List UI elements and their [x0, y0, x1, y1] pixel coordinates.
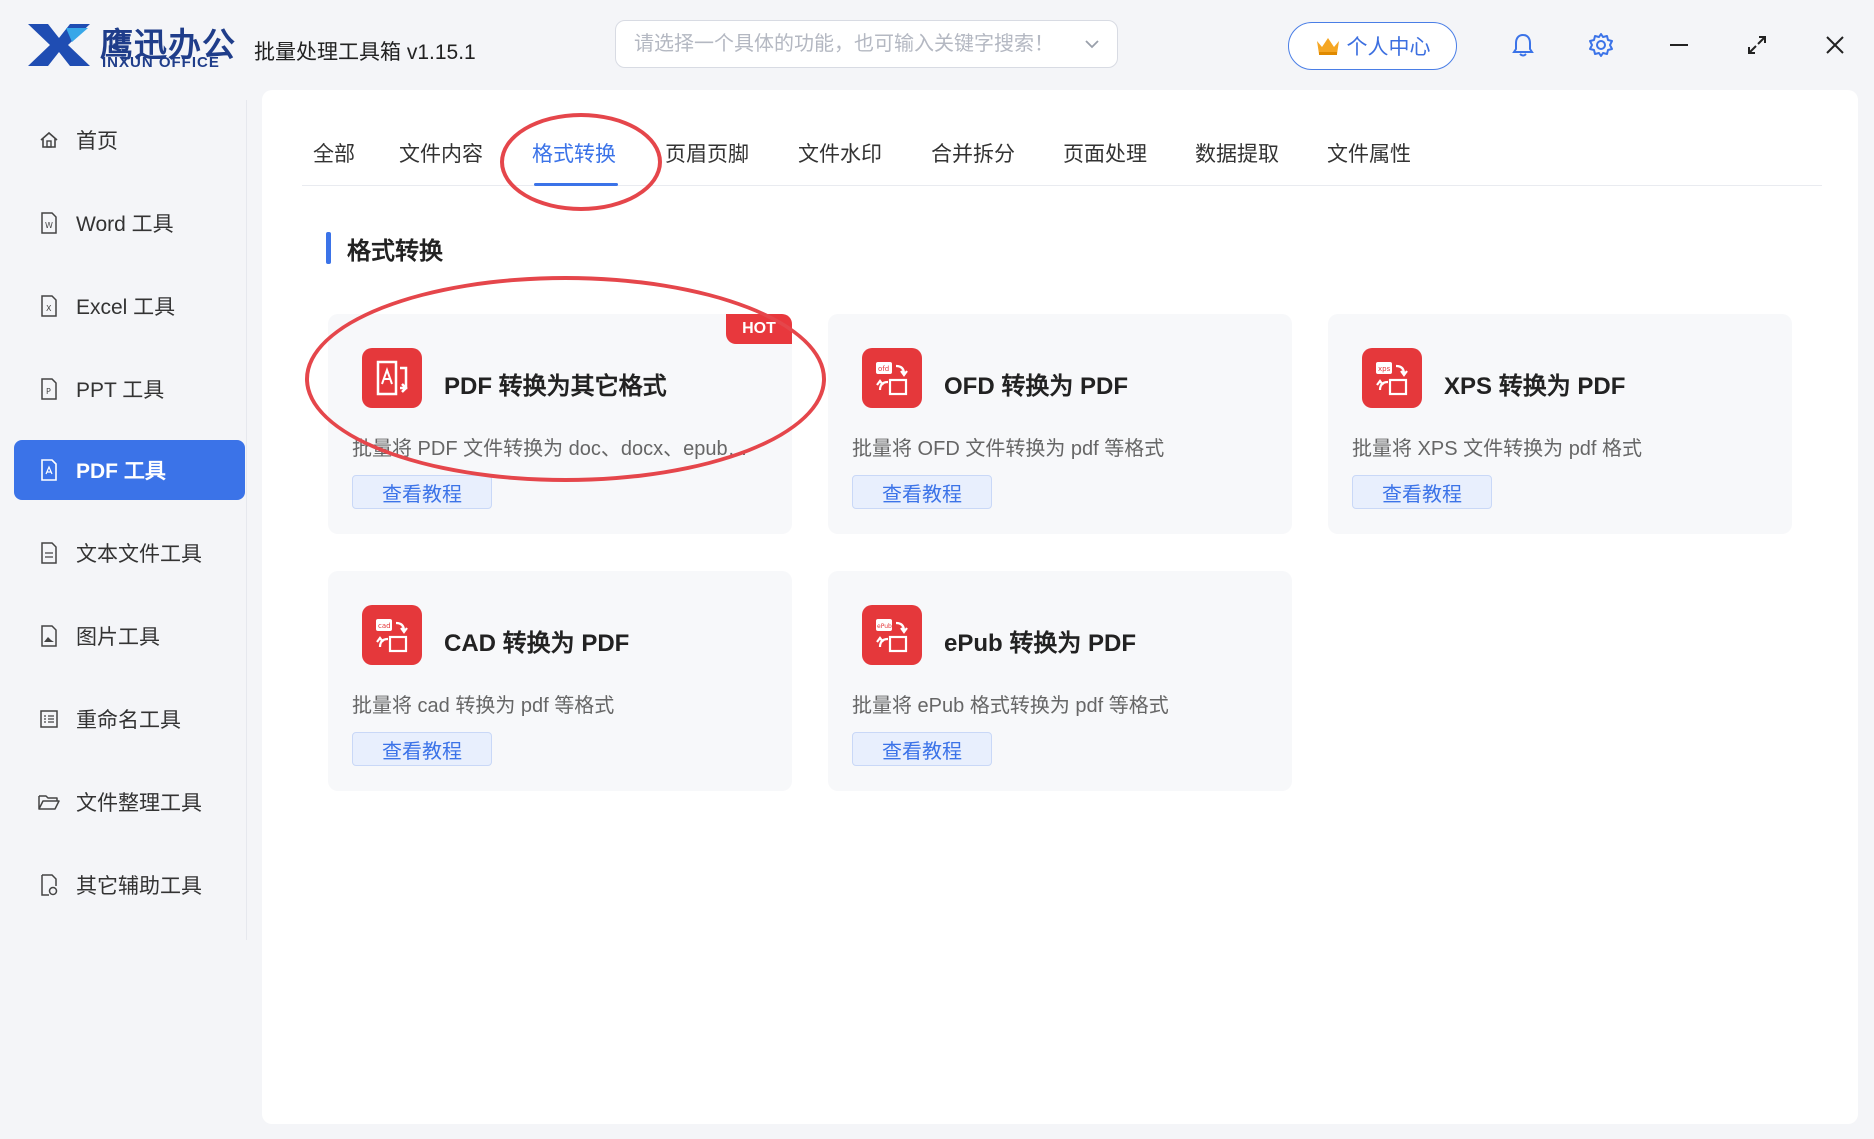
tab-format-convert[interactable]: 格式转换 [532, 138, 616, 168]
card-title: OFD 转换为 PDF [944, 373, 1128, 400]
sidebar-item-organize[interactable]: 文件整理工具 [14, 772, 245, 832]
image-file-icon [38, 625, 60, 647]
sidebar-item-home[interactable]: 首页 [14, 110, 245, 170]
xps-convert-icon: xps [1362, 348, 1422, 408]
ofd-convert-icon: ofd [862, 348, 922, 408]
tab-file-content[interactable]: 文件内容 [399, 138, 483, 168]
bell-icon[interactable] [1506, 28, 1540, 62]
tab-all[interactable]: 全部 [313, 138, 355, 168]
tab-watermark[interactable]: 文件水印 [798, 138, 882, 168]
chevron-down-icon[interactable] [1083, 35, 1101, 53]
sidebar-item-label: PDF 工具 [76, 460, 166, 483]
card-title: CAD 转换为 PDF [444, 630, 630, 657]
svg-text:P: P [46, 387, 51, 396]
sidebar-item-label: 文本文件工具 [76, 543, 202, 566]
section-title: 格式转换 [347, 237, 443, 265]
sidebar-item-excel[interactable]: X Excel 工具 [14, 276, 245, 336]
word-file-icon: W [38, 212, 60, 234]
tab-bar: 全部 文件内容 格式转换 页眉页脚 文件水印 合并拆分 页面处理 数据提取 文件… [302, 120, 1822, 186]
icon-tag: cad [378, 622, 391, 630]
card-title: ePub 转换为 PDF [944, 630, 1137, 657]
sidebar-divider [246, 100, 247, 940]
card-description: 批量将 XPS 文件转换为 pdf 格式 [1352, 438, 1643, 460]
main-panel: 全部 文件内容 格式转换 页眉页脚 文件水印 合并拆分 页面处理 数据提取 文件… [262, 90, 1858, 1124]
tab-header-footer[interactable]: 页眉页脚 [665, 138, 749, 168]
view-tutorial-button[interactable]: 查看教程 [352, 732, 492, 766]
rename-icon [38, 708, 60, 730]
svg-text:W: W [45, 221, 53, 230]
tool-card-xps-convert[interactable]: xps XPS 转换为 PDF 批量将 XPS 文件转换为 pdf 格式 查看教… [1328, 314, 1792, 534]
gear-icon[interactable] [1584, 28, 1618, 62]
tool-card-cad-convert[interactable]: cad CAD 转换为 PDF 批量将 cad 转换为 pdf 等格式 查看教程 [328, 571, 792, 791]
pdf-file-icon [38, 459, 60, 481]
title-bar: 鹰迅办公 INXUN OFFICE 批量处理工具箱 v1.15.1 个人中心 [0, 0, 1874, 90]
sidebar-item-pdf[interactable]: PDF 工具 [14, 440, 245, 500]
section-accent-bar [326, 232, 331, 264]
icon-tag: xps [1378, 365, 1391, 373]
svg-text:X: X [46, 304, 52, 313]
close-icon[interactable] [1818, 28, 1852, 62]
card-description: 批量将 PDF 文件转换为 doc、docx、epub… [352, 438, 748, 460]
hot-badge: HOT [726, 314, 792, 344]
sidebar-item-label: PPT 工具 [76, 379, 165, 402]
minimize-icon[interactable] [1662, 28, 1696, 62]
excel-file-icon: X [38, 295, 60, 317]
sidebar-item-label: Word 工具 [76, 213, 174, 236]
sidebar-item-label: 图片工具 [76, 626, 160, 649]
tool-card-ofd-convert[interactable]: ofd OFD 转换为 PDF 批量将 OFD 文件转换为 pdf 等格式 查看… [828, 314, 1292, 534]
user-center-label: 个人中心 [1346, 36, 1431, 59]
folder-icon [38, 791, 60, 813]
tool-card-epub-convert[interactable]: ePub ePub 转换为 PDF 批量将 ePub 格式转换为 pdf 等格式… [828, 571, 1292, 791]
ppt-file-icon: P [38, 378, 60, 400]
view-tutorial-button[interactable]: 查看教程 [852, 732, 992, 766]
sidebar-item-label: 首页 [76, 130, 118, 153]
sidebar-item-ppt[interactable]: P PPT 工具 [14, 359, 245, 419]
tab-merge-split[interactable]: 合并拆分 [931, 138, 1015, 168]
tab-data-extract[interactable]: 数据提取 [1195, 138, 1279, 168]
card-title: PDF 转换为其它格式 [444, 373, 667, 400]
user-center-button[interactable]: 个人中心 [1288, 22, 1457, 70]
icon-tag: ePub [877, 623, 892, 630]
icon-tag: ofd [878, 365, 889, 373]
home-icon [38, 129, 60, 151]
maximize-icon[interactable] [1740, 28, 1774, 62]
sidebar-item-word[interactable]: W Word 工具 [14, 193, 245, 253]
cad-convert-icon: cad [362, 605, 422, 665]
text-file-icon [38, 542, 60, 564]
logo-subtext: INXUN OFFICE [102, 54, 220, 71]
sidebar-item-label: Excel 工具 [76, 296, 176, 319]
section-header: 格式转换 [326, 232, 443, 265]
tab-file-properties[interactable]: 文件属性 [1327, 138, 1411, 168]
view-tutorial-button[interactable]: 查看教程 [1352, 475, 1492, 509]
pdf-convert-icon [362, 348, 422, 408]
tool-card-pdf-convert[interactable]: PDF 转换为其它格式 批量将 PDF 文件转换为 doc、docx、epub…… [328, 314, 792, 534]
card-description: 批量将 cad 转换为 pdf 等格式 [352, 695, 615, 717]
sidebar-item-label: 重命名工具 [76, 709, 181, 732]
app-logo: 鹰迅办公 INXUN OFFICE [26, 18, 236, 72]
active-tab-indicator [534, 183, 618, 186]
sidebar-item-label: 其它辅助工具 [76, 875, 202, 898]
epub-convert-icon: ePub [862, 605, 922, 665]
crown-icon [1316, 38, 1339, 55]
tools-icon [38, 874, 60, 896]
card-description: 批量将 OFD 文件转换为 pdf 等格式 [852, 438, 1165, 460]
card-title: XPS 转换为 PDF [1444, 373, 1626, 400]
card-description: 批量将 ePub 格式转换为 pdf 等格式 [852, 695, 1169, 717]
logo-mark-icon [28, 24, 90, 66]
view-tutorial-button[interactable]: 查看教程 [852, 475, 992, 509]
sidebar-item-text[interactable]: 文本文件工具 [14, 523, 245, 583]
app-title: 批量处理工具箱 v1.15.1 [254, 41, 476, 64]
sidebar-item-image[interactable]: 图片工具 [14, 606, 245, 666]
view-tutorial-button[interactable]: 查看教程 [352, 475, 492, 509]
sidebar-item-other[interactable]: 其它辅助工具 [14, 855, 245, 915]
search-box[interactable] [615, 20, 1118, 68]
search-input[interactable] [616, 21, 1056, 67]
tab-page-process[interactable]: 页面处理 [1063, 138, 1147, 168]
sidebar-item-label: 文件整理工具 [76, 792, 202, 815]
sidebar-item-rename[interactable]: 重命名工具 [14, 689, 245, 749]
